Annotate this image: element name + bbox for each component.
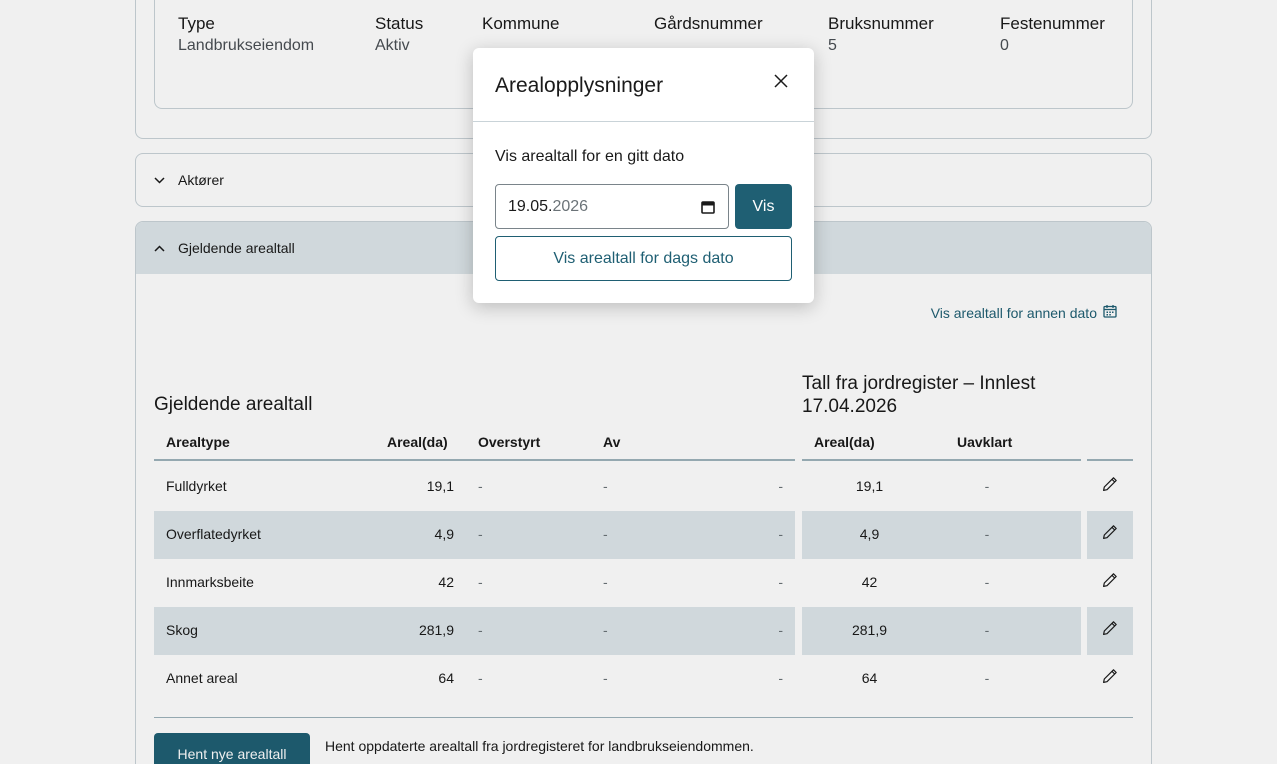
arealopplysninger-modal: Arealopplysninger Vis arealtall for en g… <box>473 48 814 303</box>
date-input[interactable]: 19.05. 2026 <box>495 184 729 229</box>
date-field-label: Vis arealtall for en gitt dato <box>495 148 685 165</box>
modal-separator <box>473 121 814 122</box>
page: Type Landbrukseiendom Status Aktiv Kommu… <box>0 0 1277 764</box>
calendar-icon[interactable] <box>700 199 716 215</box>
date-input-daymonth: 19.05. <box>508 197 553 215</box>
modal-title: Arealopplysninger <box>495 74 664 97</box>
date-input-year: 2026 <box>552 197 589 215</box>
dags-dato-button[interactable]: Vis arealtall for dags dato <box>495 236 792 281</box>
vis-button[interactable]: Vis <box>735 184 792 229</box>
close-icon[interactable] <box>772 73 790 91</box>
